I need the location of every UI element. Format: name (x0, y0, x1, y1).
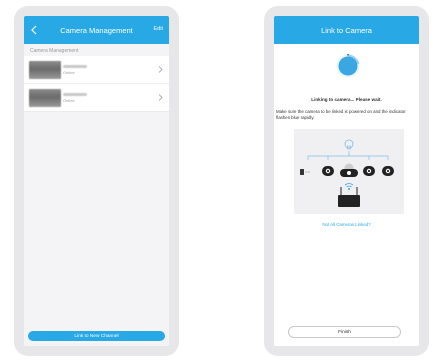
connection-lines (307, 151, 389, 160)
link-new-channel-button[interactable]: Link to New Channel (28, 331, 165, 341)
camera-icon (382, 166, 394, 176)
network-diagram (294, 129, 404, 214)
linking-progress-ring (336, 54, 360, 78)
camera-status: Online (63, 69, 75, 75)
camera-management-screen: Camera Management Edit Camera Management… (24, 16, 169, 346)
bulb-camera-icon (344, 139, 354, 150)
camera-thumbnail (29, 88, 61, 107)
camera-thumbnail (29, 60, 61, 79)
camera-icon (322, 166, 334, 176)
camera-info: Online (63, 92, 87, 103)
wifi-icon (344, 183, 354, 191)
edit-button[interactable]: Edit (154, 26, 163, 32)
finish-button[interactable]: Finish (288, 326, 401, 338)
back-arrow-icon[interactable] (30, 25, 38, 35)
section-label: Camera Management (30, 48, 79, 54)
progress-core (338, 56, 358, 76)
chevron-right-icon (158, 66, 163, 73)
not-all-cameras-linked-link[interactable]: Not All Cameras Linked? (274, 222, 419, 227)
camera-icon (363, 166, 375, 176)
blurred-camera-name (63, 64, 87, 68)
camera-row[interactable]: Online (24, 56, 169, 84)
camera-info: Online (63, 64, 87, 75)
page-title: Link to Camera (321, 25, 372, 35)
phone-frame-camera-management: Camera Management Edit Camera Management… (14, 6, 179, 356)
instruction-text: Make sure the camera to be linked is pow… (276, 109, 406, 120)
link-to-camera-screen: Link to Camera Linking to camera... Plea… (274, 16, 419, 346)
linking-status-text: Linking to camera... Please wait. (311, 97, 382, 102)
chevron-right-icon (158, 94, 163, 101)
header-bar: Link to Camera (274, 16, 419, 44)
camera-status: Online (63, 97, 75, 103)
page-title: Camera Management (60, 25, 133, 35)
camera-row[interactable]: Online (24, 84, 169, 112)
camera-list: Online Online (24, 56, 169, 112)
phone-frame-link-to-camera: Link to Camera Linking to camera... Plea… (264, 6, 429, 356)
camera-icon (340, 163, 358, 177)
plug-icon (300, 169, 310, 175)
blurred-camera-name (63, 92, 87, 96)
header-bar: Camera Management Edit (24, 16, 169, 44)
